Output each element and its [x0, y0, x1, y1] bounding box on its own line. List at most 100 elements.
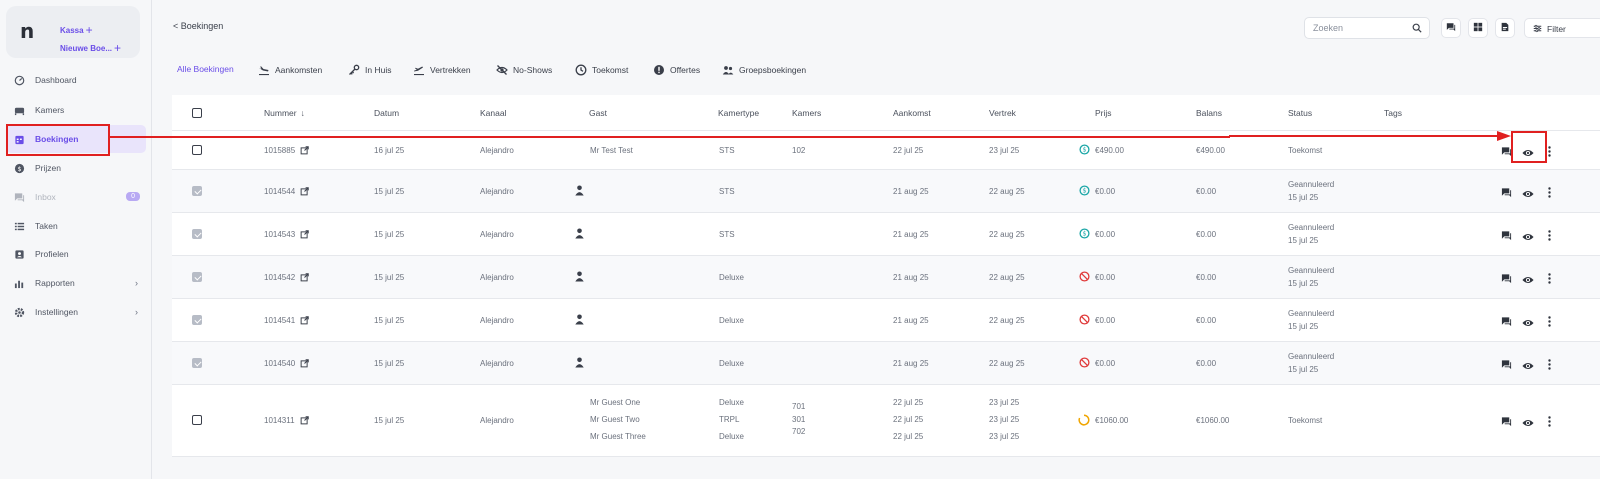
column-header-status[interactable]: Status [1288, 108, 1312, 118]
row-checkbox[interactable] [192, 229, 202, 239]
table-row[interactable]: 1014543 15 jul 25 Alejandro STS 21 aug 2… [172, 213, 1600, 256]
message-button[interactable] [1501, 414, 1512, 432]
booking-channel: Alejandro [480, 416, 514, 425]
sidebar-item-inbox[interactable]: Inbox 0 [6, 183, 146, 211]
grid-icon [1473, 19, 1483, 37]
external-link-icon [300, 273, 309, 284]
more-menu-button[interactable] [1548, 228, 1551, 246]
view-eye-button[interactable] [1522, 272, 1534, 290]
more-menu-button[interactable] [1548, 271, 1551, 289]
sidebar-item-kamers[interactable]: Kamers [6, 96, 146, 124]
column-header-balans[interactable]: Balans [1196, 108, 1222, 118]
messages-button[interactable] [1441, 18, 1461, 38]
new-booking-link[interactable]: Nieuwe Boe... + [60, 41, 121, 55]
table-row[interactable]: 1014311 15 jul 25 Alejandro Mr Guest One… [172, 385, 1600, 457]
sidebar-item-prijzen[interactable]: $ Prijzen [6, 154, 146, 182]
more-menu-button[interactable] [1548, 414, 1551, 432]
tab-in-huis[interactable]: In Huis [348, 64, 391, 76]
chevron-right-icon: › [135, 307, 138, 317]
column-header-kanaal[interactable]: Kanaal [480, 108, 506, 118]
booking-number: 1014542 [264, 273, 296, 282]
message-button[interactable] [1501, 185, 1512, 203]
message-button[interactable] [1501, 228, 1512, 246]
tab-label: Toekomst [592, 65, 629, 75]
column-header-kamertype[interactable]: Kamertype [718, 108, 759, 118]
row-checkbox[interactable] [192, 186, 202, 196]
tab-no-shows[interactable]: No-Shows [496, 64, 552, 76]
column-header-gast[interactable]: Gast [589, 108, 607, 118]
view-eye-button[interactable] [1522, 229, 1534, 247]
tab-toekomst[interactable]: Toekomst [575, 64, 628, 76]
tab-label: No-Shows [513, 65, 553, 75]
column-header-aankomst[interactable]: Aankomst [893, 108, 931, 118]
sidebar-item-taken[interactable]: Taken [6, 212, 146, 240]
back-link[interactable]: < Boekingen [173, 21, 223, 31]
export-button[interactable] [1495, 18, 1515, 38]
tab-vertrekken[interactable]: Vertrekken [413, 64, 471, 76]
sidebar-item-profielen[interactable]: Profielen [6, 240, 146, 268]
booking-number-link[interactable]: 1014542 [264, 273, 309, 284]
row-checkbox[interactable] [192, 358, 202, 368]
balance: €0.00 [1196, 359, 1217, 368]
table-row[interactable]: 1014542 15 jul 25 Alejandro Deluxe 21 au… [172, 256, 1600, 299]
sidebar-item-rapporten[interactable]: Rapporten › [6, 269, 146, 297]
more-menu-button[interactable] [1548, 357, 1551, 375]
annotation-arrow-line [110, 136, 1230, 138]
row-checkbox[interactable] [192, 272, 202, 282]
table-row[interactable]: 1014540 15 jul 25 Alejandro Deluxe 21 au… [172, 342, 1600, 385]
booking-number-link[interactable]: 1014541 [264, 316, 309, 327]
row-checkbox[interactable] [192, 315, 202, 325]
booking-number-link[interactable]: 1015885 [264, 146, 309, 157]
tab-offertes[interactable]: Offertes [653, 64, 700, 76]
message-button[interactable] [1501, 314, 1512, 332]
sidebar-item-label: Kamers [35, 105, 65, 115]
departure-date-list: 23 jul 25 23 jul 25 23 jul 25 [989, 394, 1019, 445]
filter-label: Filter [1547, 24, 1566, 34]
search-input[interactable]: Zoeken [1304, 17, 1430, 39]
filter-button[interactable]: Filter [1524, 18, 1600, 38]
sidebar-item-label: Dashboard [35, 75, 77, 85]
tab-aankomsten[interactable]: Aankomsten [258, 64, 322, 76]
key-icon [348, 64, 360, 76]
eye-off-icon [496, 64, 508, 76]
booking-number-link[interactable]: 1014540 [264, 359, 309, 370]
table-row[interactable]: 1014541 15 jul 25 Alejandro Deluxe 21 au… [172, 299, 1600, 342]
booking-number-link[interactable]: 1014543 [264, 230, 309, 241]
price: €0.00 [1095, 359, 1116, 368]
kassa-link[interactable]: Kassa + [60, 23, 93, 37]
balance: €0.00 [1196, 273, 1217, 282]
more-menu-button[interactable] [1548, 144, 1551, 162]
booking-number-link[interactable]: 1014311 [264, 416, 309, 427]
sidebar-item-instellingen[interactable]: Instellingen › [6, 298, 146, 326]
message-button[interactable] [1501, 271, 1512, 289]
booking-date: 15 jul 25 [374, 316, 405, 325]
grid-view-button[interactable] [1468, 18, 1488, 38]
view-eye-button[interactable] [1522, 186, 1534, 204]
booking-number-link[interactable]: 1014544 [264, 187, 309, 198]
column-header-tags[interactable]: Tags [1384, 108, 1402, 118]
select-all-checkbox[interactable] [192, 108, 202, 118]
column-header-prijs[interactable]: Prijs [1095, 108, 1112, 118]
booking-number: 1014543 [264, 230, 296, 239]
chat-icon [1446, 19, 1456, 37]
row-checkbox[interactable] [192, 415, 202, 425]
more-menu-button[interactable] [1548, 185, 1551, 203]
tab-alle-boekingen[interactable]: Alle Boekingen [177, 64, 234, 74]
column-header-nummer[interactable]: Nummer ↓ [264, 108, 305, 118]
column-header-datum[interactable]: Datum [374, 108, 399, 118]
sidebar-item-dashboard[interactable]: Dashboard [6, 66, 146, 94]
view-eye-button[interactable] [1522, 358, 1534, 376]
status-date: 15 jul 25 [1288, 365, 1319, 374]
table-row[interactable]: 1014544 15 jul 25 Alejandro STS 21 aug 2… [172, 170, 1600, 213]
booking-number: 1014541 [264, 316, 296, 325]
tab-groepsboekingen[interactable]: Groepsboekingen [722, 64, 806, 76]
booking-channel: Alejandro [480, 146, 514, 155]
row-checkbox[interactable] [192, 145, 202, 155]
column-header-kamers[interactable]: Kamers [792, 108, 821, 118]
more-menu-button[interactable] [1548, 314, 1551, 332]
column-header-vertrek[interactable]: Vertrek [989, 108, 1016, 118]
message-button[interactable] [1501, 357, 1512, 375]
arrow-down-icon: ↓ [300, 108, 305, 118]
view-eye-button[interactable] [1522, 415, 1534, 433]
view-eye-button[interactable] [1522, 315, 1534, 333]
